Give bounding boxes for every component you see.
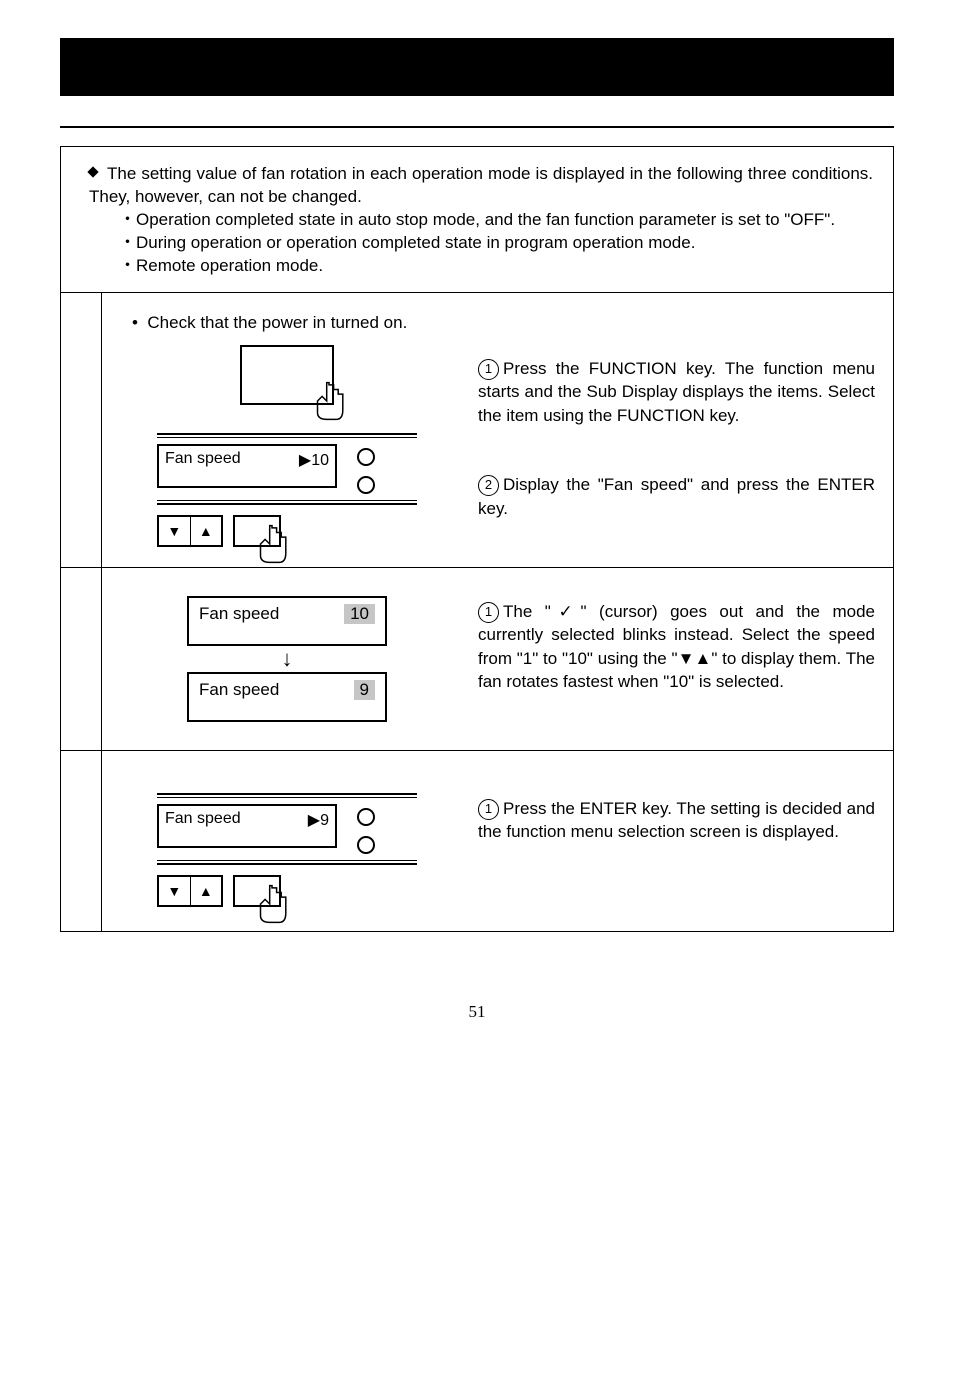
intro-bullet-1: ・Operation completed state in auto stop … bbox=[89, 209, 873, 232]
circled-1-icon: 1 bbox=[478, 359, 499, 380]
status-led-icon bbox=[357, 808, 375, 826]
lcd-value: ▶9 bbox=[308, 810, 329, 842]
disp-value-blink: 9 bbox=[354, 680, 375, 700]
page-number: 51 bbox=[0, 1002, 954, 1022]
lcd-label: Fan speed bbox=[165, 450, 241, 482]
small-display-box bbox=[240, 345, 334, 405]
hand-pointer-icon bbox=[249, 881, 295, 932]
lcd-label: Fan speed bbox=[165, 810, 241, 842]
up-icon: ▲ bbox=[199, 883, 213, 899]
down-icon: ▼ bbox=[167, 883, 181, 899]
step-row-1: • Check that the power in turned on. Fan… bbox=[61, 293, 893, 568]
content-frame: The setting value of fan rotation in eac… bbox=[60, 146, 894, 932]
control-panel: Fan speed ▶9 ▼ ▲ bbox=[157, 793, 417, 907]
arrow-down-icon: ↓ bbox=[282, 646, 293, 672]
step1-text-1: Press the FUNCTION key. The function men… bbox=[478, 359, 875, 425]
step-rail bbox=[61, 568, 102, 750]
display-box-before: Fan speed 10 bbox=[187, 596, 387, 646]
step3-text-1: Press the ENTER key. The setting is deci… bbox=[478, 799, 875, 841]
step-row-2: Fan speed 10 ↓ Fan speed 9 1The "✓" (cur… bbox=[61, 568, 893, 751]
step3-left: Fan speed ▶9 ▼ ▲ bbox=[102, 751, 472, 931]
up-down-button[interactable]: ▼ ▲ bbox=[157, 875, 223, 907]
step2-left: Fan speed 10 ↓ Fan speed 9 bbox=[102, 568, 472, 750]
intro-lead: The setting value of fan rotation in eac… bbox=[89, 164, 873, 206]
down-icon: ▼ bbox=[167, 523, 181, 539]
status-led-icon bbox=[357, 836, 375, 854]
circled-2-icon: 2 bbox=[478, 475, 499, 496]
step1-text-2: Display the "Fan speed" and press the EN… bbox=[478, 475, 875, 517]
up-icon: ▲ bbox=[199, 523, 213, 539]
disp-label: Fan speed bbox=[199, 680, 279, 700]
hand-pointer-icon bbox=[306, 378, 352, 429]
step1-right: 1Press the FUNCTION key. The function me… bbox=[472, 293, 893, 567]
step-row-3: Fan speed ▶9 ▼ ▲ bbox=[61, 751, 893, 931]
lcd-display: Fan speed ▶9 bbox=[157, 804, 337, 848]
lcd-value: ▶10 bbox=[299, 450, 329, 482]
step2-text-1: The "✓" (cursor) goes out and the mode c… bbox=[478, 602, 875, 691]
disp-label: Fan speed bbox=[199, 604, 279, 624]
step-rail bbox=[61, 751, 102, 931]
circled-1-icon: 1 bbox=[478, 799, 499, 820]
section-rule bbox=[60, 126, 894, 128]
intro-bullet-2: ・During operation or operation completed… bbox=[89, 232, 873, 255]
status-led-icon bbox=[357, 448, 375, 466]
intro-bullet-3: ・Remote operation mode. bbox=[89, 255, 873, 278]
lcd-display: Fan speed ▶10 bbox=[157, 444, 337, 488]
disp-value-blink: 10 bbox=[344, 604, 375, 624]
circled-1-icon: 1 bbox=[478, 602, 499, 623]
status-led-icon bbox=[357, 476, 375, 494]
step3-right: 1Press the ENTER key. The setting is dec… bbox=[472, 751, 893, 931]
step2-right: 1The "✓" (cursor) goes out and the mode … bbox=[472, 568, 893, 750]
check-power-text: Check that the power in turned on. bbox=[147, 313, 407, 332]
step1-left: • Check that the power in turned on. Fan… bbox=[102, 293, 472, 567]
bullet-icon: • bbox=[132, 313, 138, 332]
hand-pointer-icon bbox=[249, 521, 295, 572]
step-rail bbox=[61, 293, 102, 567]
control-panel: Fan speed ▶10 ▼ ▲ bbox=[157, 433, 417, 547]
header-black-bar bbox=[60, 38, 894, 96]
diamond-bullet-icon bbox=[87, 166, 98, 177]
display-box-after: Fan speed 9 bbox=[187, 672, 387, 722]
up-down-button[interactable]: ▼ ▲ bbox=[157, 515, 223, 547]
intro-block: The setting value of fan rotation in eac… bbox=[61, 147, 893, 293]
